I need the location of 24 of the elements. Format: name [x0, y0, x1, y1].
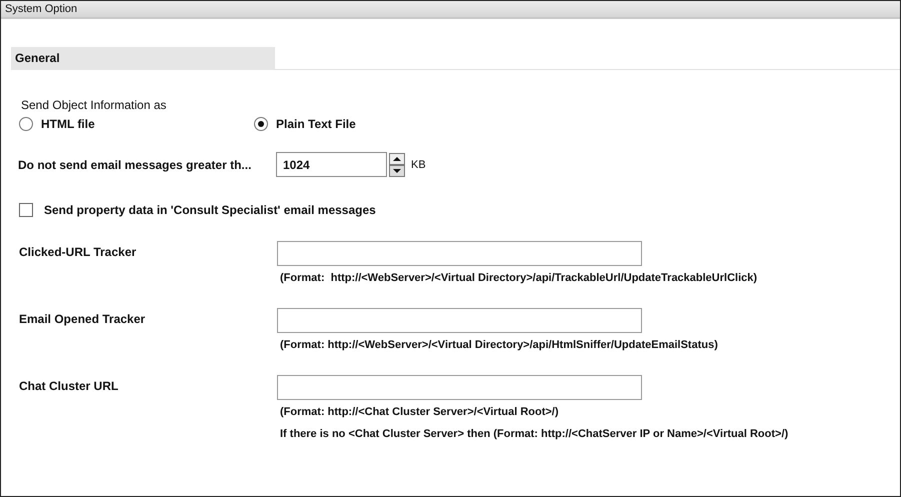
- spin-down-icon[interactable]: [389, 164, 405, 176]
- url-field[interactable]: [277, 375, 642, 400]
- radio-label[interactable]: Plain Text File: [276, 117, 356, 131]
- format-hint: (Format: http://<WebServer>/<Virtual Directory>/api/TrackableUrl/UpdateTrackableUrlClick): [280, 272, 758, 285]
- format-hint: (Format: http://<WebServer>/<Virtual Directory>/api/HtmlSniffer/UpdateEmailStatus): [280, 339, 719, 352]
- radio-button[interactable]: [19, 117, 33, 131]
- format-hint: (Format: http://<Chat Cluster Server>/<Virtual Root>/): [280, 406, 560, 419]
- field-label: Email Opened Tracker: [19, 311, 146, 328]
- url-field[interactable]: [277, 241, 642, 266]
- url-field[interactable]: [277, 308, 642, 333]
- number-field[interactable]: 1024: [276, 152, 387, 177]
- group-label: Send Object Information as: [21, 97, 168, 113]
- checkbox-label[interactable]: Send property data in 'Consult Specialist' email messages: [44, 203, 376, 217]
- spin-up-icon[interactable]: [389, 152, 405, 164]
- section-header: General: [11, 47, 275, 70]
- unit-label: KB: [411, 158, 426, 170]
- radio-button[interactable]: [254, 117, 268, 131]
- window-title: System Option: [1, 1, 900, 19]
- field-label: Chat Cluster URL: [19, 378, 120, 395]
- field-label: Clicked-URL Tracker: [19, 244, 138, 261]
- format-hint: If there is no <Chat Cluster Server> then (Format: http://<ChatServer IP or Name>/<Virtual Root>/): [280, 428, 790, 441]
- radio-label[interactable]: HTML file: [41, 117, 95, 131]
- checkbox[interactable]: [19, 203, 33, 217]
- field-label: Do not send email messages greater th...: [18, 158, 252, 172]
